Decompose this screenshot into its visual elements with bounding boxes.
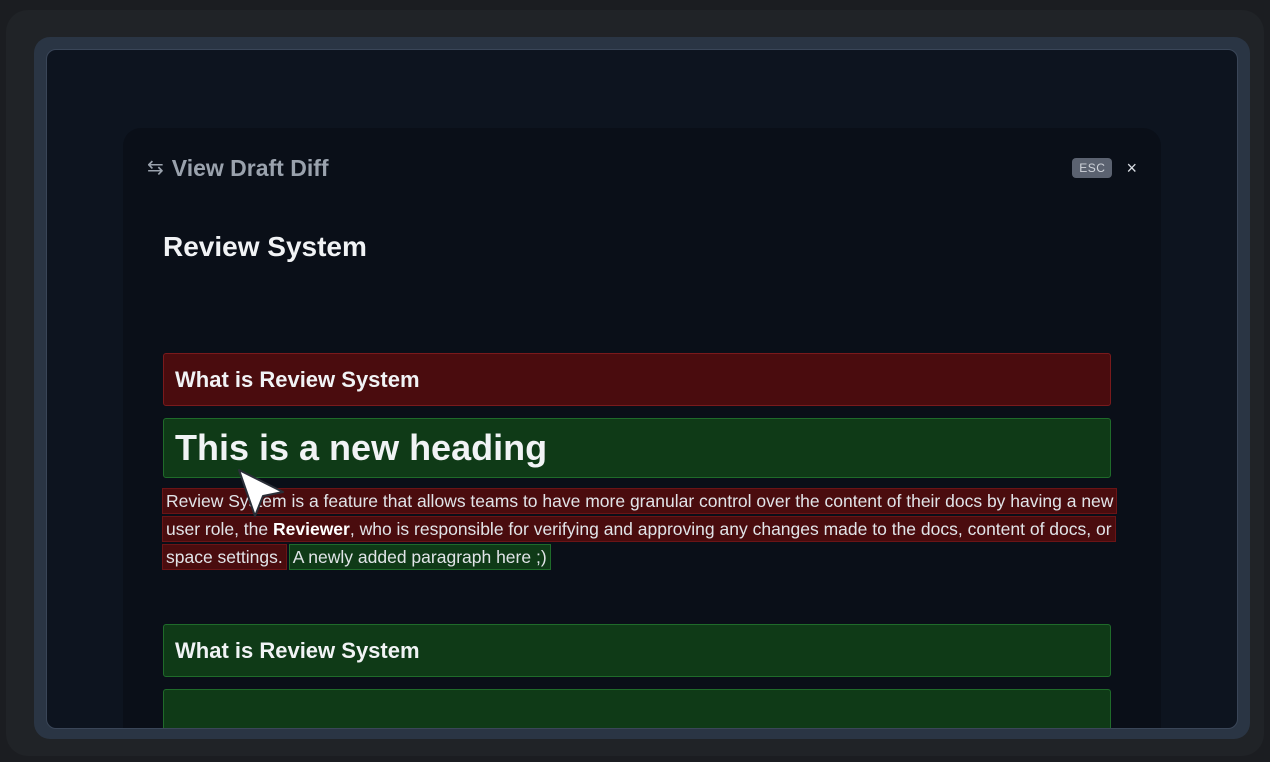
added-content-block: [163, 689, 1111, 728]
diff-paragraph: Review System is a feature that allows t…: [163, 487, 1123, 571]
draft-diff-modal: ⇆ View Draft Diff ESC × Review System Wh…: [123, 128, 1161, 728]
added-paragraph: A newly added paragraph here ;): [289, 545, 550, 569]
esc-badge: ESC: [1072, 158, 1113, 178]
modal-title: View Draft Diff: [171, 154, 329, 181]
added-heading-block: This is a new heading: [163, 418, 1111, 478]
swap-arrows-icon: ⇆: [147, 157, 164, 179]
screen-frame: ⇆ View Draft Diff ESC × Review System Wh…: [34, 37, 1250, 739]
close-icon[interactable]: ×: [1126, 159, 1137, 177]
modal-header: ⇆ View Draft Diff ESC ×: [147, 152, 1137, 184]
removed-heading-block: What is Review System: [163, 353, 1111, 406]
document-title: Review System: [163, 231, 367, 262]
mouse-cursor-icon: [238, 469, 284, 517]
added-heading-block-2: What is Review System: [163, 624, 1111, 677]
app-background: ⇆ View Draft Diff ESC × Review System Wh…: [46, 49, 1238, 729]
removed-bold-text: Reviewer: [273, 519, 350, 539]
